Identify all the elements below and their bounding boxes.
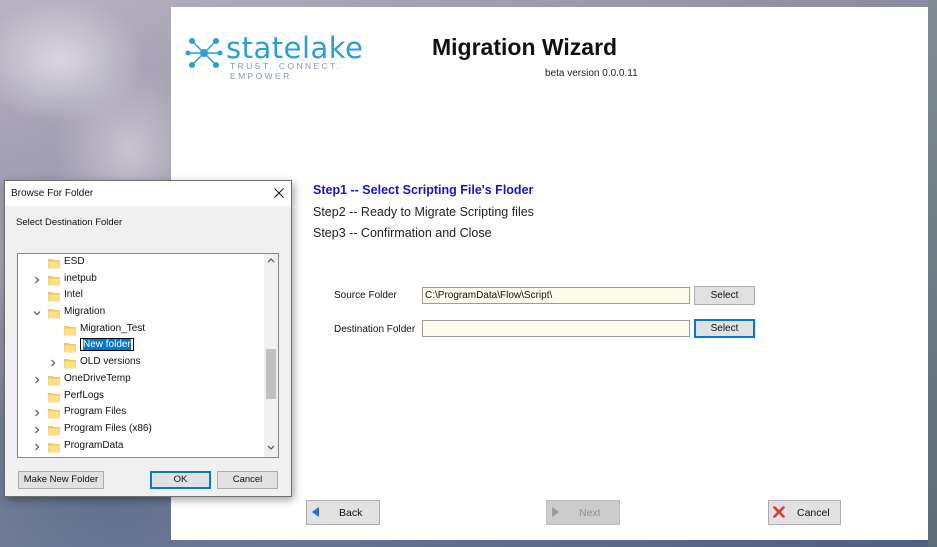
tree-item[interactable]: OLD versions [18,355,264,371]
tree-item-text: ESD [64,256,85,267]
step-1-label: Step1 -- Select Scripting File's Floder [313,183,534,197]
step-2-label: Step2 -- Ready to Migrate Scripting file… [313,205,534,219]
tree-item-text: OneDriveTemp [64,372,131,384]
back-arrow-icon [312,507,319,517]
tree-item[interactable]: New folder [18,337,264,355]
dialog-instruction: Select Destination Folder [16,217,123,228]
wizard-title: Migration Wizard [432,34,618,60]
close-icon[interactable] [270,184,288,202]
tree-item[interactable]: Program Files (x86) [18,422,264,438]
folder-icon [48,259,60,269]
step-3-label: Step3 -- Confirmation and Close [313,226,492,240]
cancel-label: Cancel [797,507,830,519]
tree-item[interactable]: Migration [18,305,264,321]
folder-icon [48,292,60,302]
destination-select-button[interactable]: Select [694,319,755,338]
tree-item[interactable]: Migration_Test [18,322,264,338]
destination-folder-label: Destination Folder [334,324,416,335]
scroll-up-icon[interactable] [267,257,275,263]
logo-network-icon [185,38,223,68]
tree-item-label: OLD versions [80,356,141,367]
dialog-titlebar: Browse For Folder [5,181,291,206]
back-label: Back [339,507,363,519]
browse-for-folder-dialog: Browse For Folder Select Destination Fol… [4,180,292,497]
tree-item-text: Migration [64,306,106,318]
tree-item[interactable]: ESD [18,255,264,271]
logo-wordmark: statelake [226,31,364,65]
tree-item-text: PerfLogs [64,389,105,401]
chevron-right-icon[interactable] [32,425,42,435]
chevron-right-icon[interactable] [48,358,58,368]
chevron-right-icon[interactable] [32,442,42,452]
tree-item-label: Program Files [64,406,126,417]
next-button[interactable]: Next [546,500,620,525]
tree-item-label: PerfLogs [64,390,104,401]
cancel-button[interactable]: Cancel [768,500,841,525]
tree-item[interactable]: inetpub [18,272,264,288]
tree-scrollbar[interactable] [264,254,278,457]
source-folder-label: Source Folder [334,290,397,301]
folder-icon [48,442,60,452]
tree-item-text: Migration_Test [80,322,146,334]
dialog-cancel-button[interactable]: Cancel [217,471,278,489]
tree-item-text: New folder [83,338,131,350]
folder-tree[interactable]: ProgramData Program Files (x86) Program Fi… [17,253,279,458]
chevron-right-icon[interactable] [32,375,42,385]
folder-icon [48,426,60,436]
wizard-version: beta version 0.0.0.11 [545,68,638,79]
next-label: Next [579,507,601,519]
tree-item[interactable]: PerfLogs [18,389,264,405]
rename-folder-input[interactable]: New folder [80,337,134,351]
destination-folder-input[interactable] [422,320,690,337]
tree-item-label: inetpub [64,273,97,284]
folder-icon [64,359,76,369]
tree-item-label: ProgramData [64,440,123,451]
next-arrow-icon [552,507,559,517]
tree-item-text: OLD versions [80,356,141,368]
tree-item-label: Intel [64,289,83,300]
folder-icon [48,376,60,386]
dialog-title: Browse For Folder [11,188,94,199]
source-select-button[interactable]: Select [694,286,755,305]
tree-item-label: Migration_Test [80,323,145,334]
chevron-right-icon[interactable] [32,408,42,418]
folder-icon [48,275,60,285]
folder-icon [48,392,60,402]
make-new-folder-button[interactable]: Make New Folder [18,471,104,489]
statelake-logo: statelake TRUST. CONNECT. EMPOWER [184,31,404,81]
tree-item-text: Program Files [64,406,127,418]
cancel-x-icon [773,506,785,518]
scroll-thumb[interactable] [266,349,276,399]
tree-item-label: Program Files (x86) [64,423,152,434]
source-folder-input[interactable]: C:\ProgramData\Flow\Script\ [422,287,690,304]
tree-item-label: OneDriveTemp [64,373,131,384]
tree-item-label: Migration [64,306,105,317]
folder-icon [48,309,60,319]
tree-item[interactable]: ProgramData [18,439,264,455]
tree-item-text: Program Files (x86) [64,423,152,434]
tree-item[interactable]: OneDriveTemp [18,372,264,388]
tree-item[interactable]: Intel [18,288,264,304]
ok-button[interactable]: OK [150,471,211,489]
scroll-down-icon[interactable] [267,445,275,451]
tree-item-text: inetpub [64,272,97,284]
logo-tagline: TRUST. CONNECT. EMPOWER [230,61,342,81]
folder-icon [48,409,60,419]
folder-icon [64,325,76,336]
back-button[interactable]: Back [306,500,380,525]
tree-item[interactable]: Program Files [18,405,264,421]
desktop-edge [928,0,937,547]
tree-item-text: Intel [64,289,83,301]
tree-item-label: ESD [64,256,85,267]
chevron-right-icon[interactable] [32,275,42,285]
folder-icon [64,342,76,352]
tree-item-text: ProgramData [64,439,124,451]
chevron-down-icon[interactable] [32,308,42,318]
